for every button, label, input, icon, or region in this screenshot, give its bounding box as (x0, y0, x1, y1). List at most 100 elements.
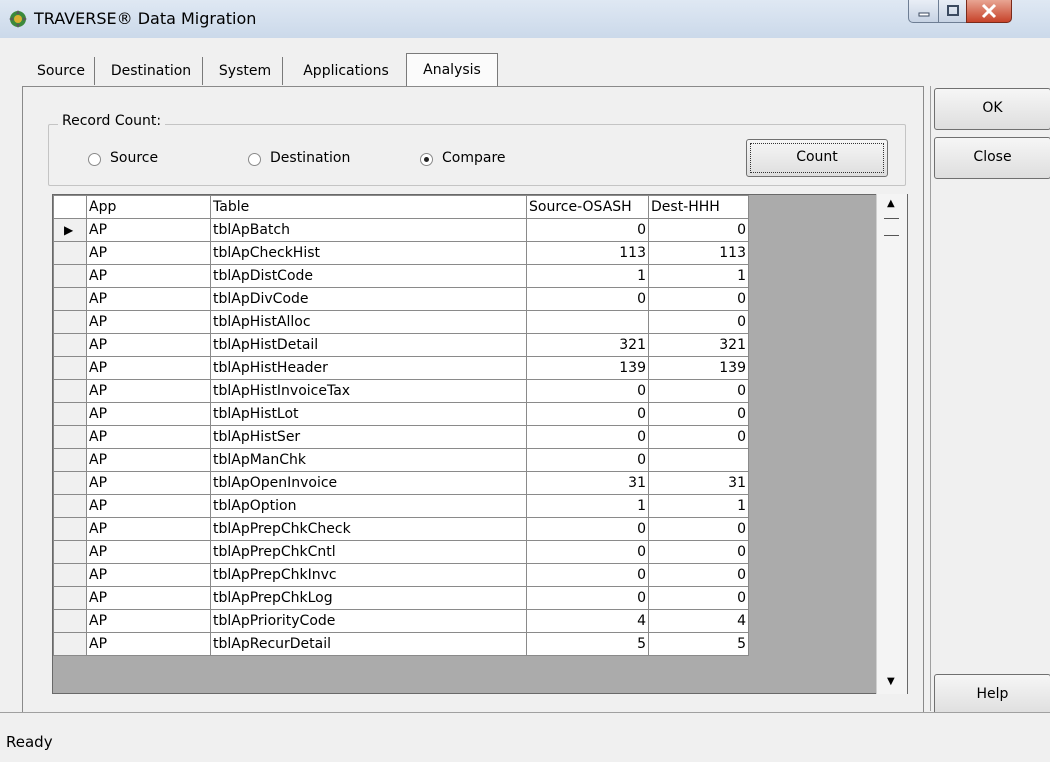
cell-source-count[interactable]: 0 (526, 517, 649, 541)
cell-table[interactable]: tblApPrepChkCntl (210, 540, 527, 564)
cell-source-count[interactable]: 5 (526, 632, 649, 656)
cell-app[interactable]: AP (86, 540, 211, 564)
row-selector[interactable] (53, 448, 87, 472)
table-row[interactable]: AP tblApManChk 0 (53, 448, 749, 472)
cell-dest-count[interactable]: 5 (648, 632, 749, 656)
row-selector[interactable] (53, 264, 87, 288)
cell-dest-count[interactable]: 139 (648, 356, 749, 380)
cell-app[interactable]: AP (86, 632, 211, 656)
cell-table[interactable]: tblApHistHeader (210, 356, 527, 380)
cell-app[interactable]: AP (86, 379, 211, 403)
cell-table[interactable]: tblApHistInvoiceTax (210, 379, 527, 403)
row-selector[interactable] (53, 586, 87, 610)
cell-table[interactable]: tblApPriorityCode (210, 609, 527, 633)
cell-source-count[interactable]: 139 (526, 356, 649, 380)
cell-table[interactable]: tblApOption (210, 494, 527, 518)
cell-app[interactable]: AP (86, 494, 211, 518)
column-header-dest[interactable]: Dest-HHH (648, 195, 749, 219)
record-count-grid[interactable]: App Table Source-OSASH Dest-HHH ▶ AP tblAp… (52, 194, 908, 694)
cell-app[interactable]: AP (86, 333, 211, 357)
table-row[interactable]: AP tblApHistSer 0 0 (53, 425, 749, 449)
grid-vertical-scrollbar[interactable]: ▲ ▼ (876, 194, 907, 694)
cell-dest-count[interactable]: 1 (648, 494, 749, 518)
tab-applications[interactable]: Applications (290, 57, 402, 85)
row-selector[interactable] (53, 287, 87, 311)
ok-button[interactable]: OK (934, 88, 1050, 130)
table-row[interactable]: AP tblApRecurDetail 5 5 (53, 632, 749, 656)
cell-app[interactable]: AP (86, 471, 211, 495)
cell-app[interactable]: AP (86, 356, 211, 380)
cell-app[interactable]: AP (86, 241, 211, 265)
cell-table[interactable]: tblApDivCode (210, 287, 527, 311)
count-button[interactable]: Count (746, 139, 888, 177)
row-selector[interactable]: ▶ (53, 218, 87, 242)
cell-dest-count[interactable]: 0 (648, 517, 749, 541)
row-selector[interactable] (53, 563, 87, 587)
cell-source-count[interactable]: 0 (526, 287, 649, 311)
scroll-thumb[interactable] (884, 218, 899, 236)
row-selector[interactable] (53, 356, 87, 380)
cell-table[interactable]: tblApDistCode (210, 264, 527, 288)
cell-table[interactable]: tblApPrepChkLog (210, 586, 527, 610)
cell-source-count[interactable]: 0 (526, 402, 649, 426)
cell-source-count[interactable]: 0 (526, 448, 649, 472)
tab-analysis[interactable]: Analysis (406, 53, 498, 88)
table-row[interactable]: AP tblApPrepChkLog 0 0 (53, 586, 749, 610)
cell-app[interactable]: AP (86, 517, 211, 541)
cell-source-count[interactable]: 1 (526, 264, 649, 288)
cell-dest-count[interactable]: 0 (648, 379, 749, 403)
cell-table[interactable]: tblApBatch (210, 218, 527, 242)
cell-source-count[interactable]: 4 (526, 609, 649, 633)
cell-table[interactable]: tblApRecurDetail (210, 632, 527, 656)
table-row[interactable]: AP tblApDistCode 1 1 (53, 264, 749, 288)
cell-source-count[interactable]: 321 (526, 333, 649, 357)
tab-destination[interactable]: Destination (100, 57, 203, 85)
cell-app[interactable]: AP (86, 287, 211, 311)
cell-dest-count[interactable]: 0 (648, 218, 749, 242)
cell-dest-count[interactable]: 321 (648, 333, 749, 357)
row-selector[interactable] (53, 609, 87, 633)
cell-table[interactable]: tblApPrepChkCheck (210, 517, 527, 541)
help-button[interactable]: Help (934, 674, 1050, 716)
cell-source-count[interactable]: 0 (526, 425, 649, 449)
table-row[interactable]: AP tblApHistDetail 321 321 (53, 333, 749, 357)
row-selector[interactable] (53, 494, 87, 518)
cell-source-count[interactable]: 31 (526, 471, 649, 495)
row-selector[interactable] (53, 471, 87, 495)
cell-app[interactable]: AP (86, 218, 211, 242)
cell-table[interactable]: tblApHistAlloc (210, 310, 527, 334)
window-close-button[interactable] (966, 0, 1012, 23)
table-row[interactable]: AP tblApHistLot 0 0 (53, 402, 749, 426)
cell-app[interactable]: AP (86, 310, 211, 334)
table-row[interactable]: AP tblApDivCode 0 0 (53, 287, 749, 311)
row-selector[interactable] (53, 632, 87, 656)
cell-dest-count[interactable]: 1 (648, 264, 749, 288)
row-selector[interactable] (53, 241, 87, 265)
table-row[interactable]: ▶ AP tblApBatch 0 0 (53, 218, 749, 242)
row-selector[interactable] (53, 333, 87, 357)
cell-app[interactable]: AP (86, 563, 211, 587)
cell-dest-count[interactable]: 0 (648, 310, 749, 334)
column-header-app[interactable]: App (86, 195, 211, 219)
cell-app[interactable]: AP (86, 586, 211, 610)
cell-app[interactable]: AP (86, 425, 211, 449)
cell-source-count[interactable]: 0 (526, 563, 649, 587)
table-row[interactable]: AP tblApPrepChkCntl 0 0 (53, 540, 749, 564)
cell-source-count[interactable]: 113 (526, 241, 649, 265)
cell-source-count[interactable]: 0 (526, 218, 649, 242)
cell-source-count[interactable]: 0 (526, 379, 649, 403)
cell-source-count[interactable]: 0 (526, 586, 649, 610)
table-row[interactable]: AP tblApPrepChkInvc 0 0 (53, 563, 749, 587)
cell-dest-count[interactable]: 0 (648, 402, 749, 426)
table-row[interactable]: AP tblApCheckHist 113 113 (53, 241, 749, 265)
scroll-down-arrow-icon[interactable]: ▼ (887, 676, 895, 687)
cell-table[interactable]: tblApHistLot (210, 402, 527, 426)
cell-table[interactable]: tblApHistSer (210, 425, 527, 449)
cell-dest-count[interactable]: 0 (648, 287, 749, 311)
cell-source-count[interactable] (526, 310, 649, 334)
row-selector[interactable] (53, 540, 87, 564)
scroll-up-arrow-icon[interactable]: ▲ (887, 198, 895, 209)
table-row[interactable]: AP tblApPrepChkCheck 0 0 (53, 517, 749, 541)
cell-app[interactable]: AP (86, 402, 211, 426)
cell-dest-count[interactable]: 4 (648, 609, 749, 633)
